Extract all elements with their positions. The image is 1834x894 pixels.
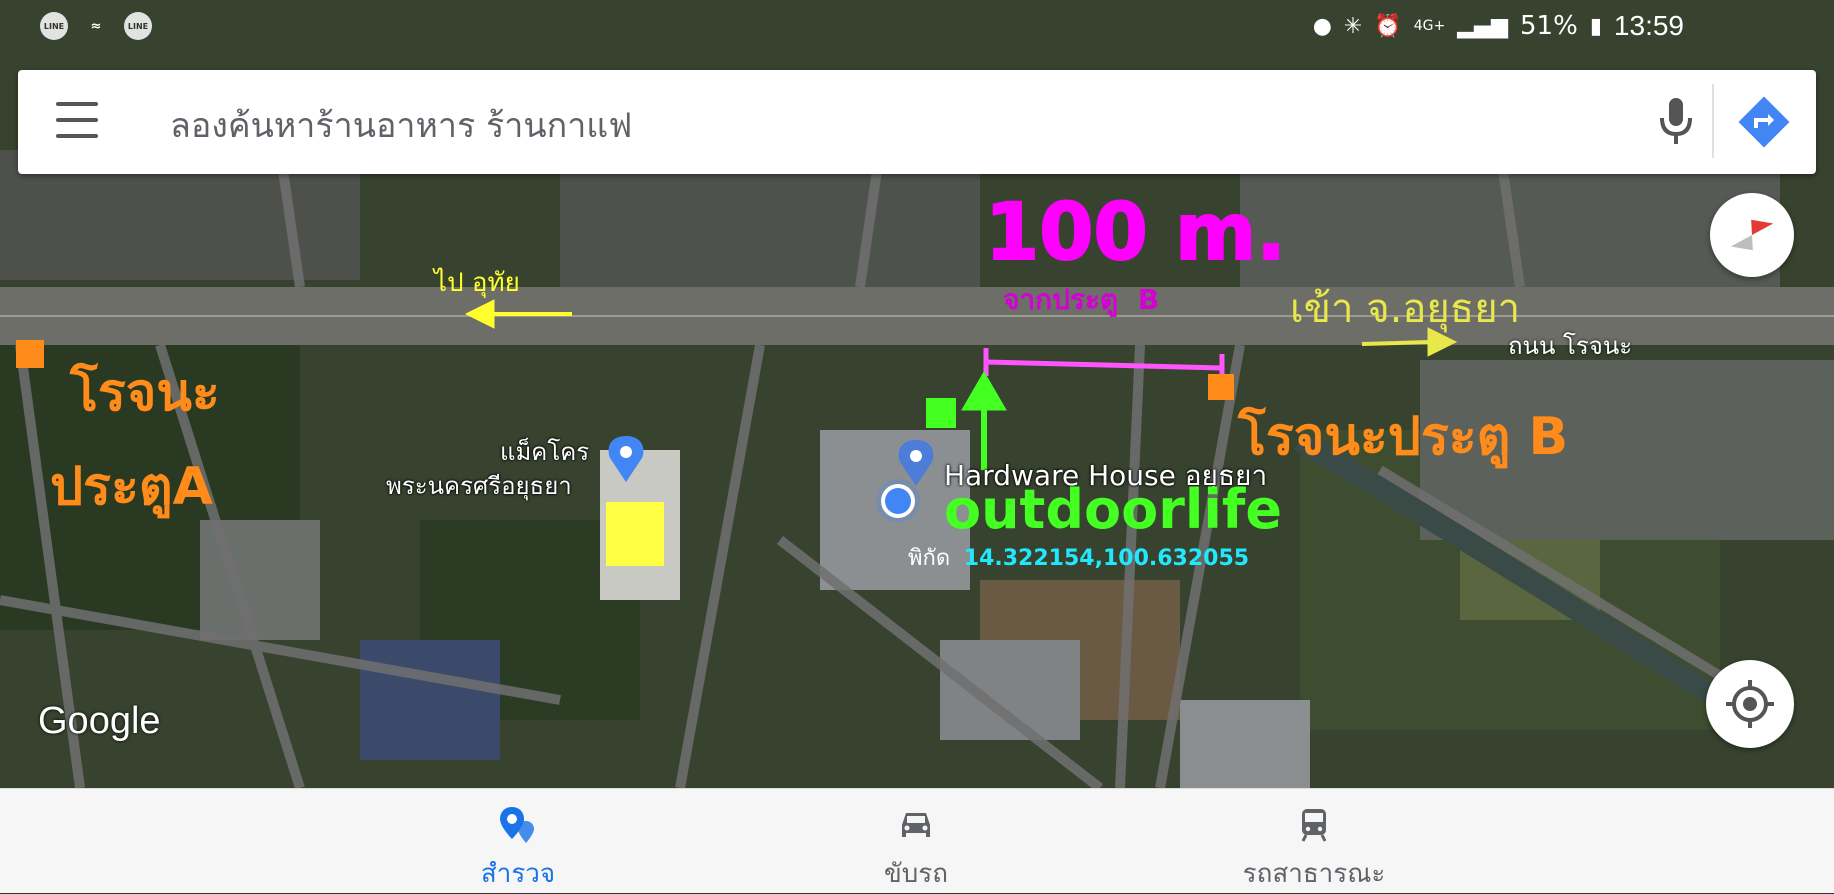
coordinate-prefix: พิกัด — [908, 546, 951, 571]
makro-label-line2[interactable]: พระนครศรีอยุธยา — [386, 466, 572, 505]
gate-b-marker — [1208, 374, 1234, 400]
tab-explore-label: สำรวจ — [480, 859, 556, 889]
tab-transit[interactable]: รถสาธารณะ — [1164, 789, 1464, 893]
gate-b-label: โรจนะประตู B — [1238, 407, 1569, 467]
crosshair-icon — [1726, 680, 1774, 728]
battery-percent: 51% — [1520, 11, 1578, 41]
status-bar: LINE ≈ LINE ● ✳ ⏰ 4G+ ▂▄▆ 51% ▮ 13:59 — [0, 0, 1834, 56]
tab-transit-label: รถสาธารณะ — [1242, 859, 1386, 889]
from-gate-prefix: จากประตู — [1003, 283, 1119, 316]
outdoorlife-label: outdoorlife — [944, 478, 1282, 541]
location-status-icon: ● — [1312, 13, 1332, 39]
gate-a-label-line1: โรจนะ — [70, 363, 220, 423]
wifi-icon: ≈ — [90, 18, 102, 34]
search-divider — [1712, 84, 1714, 158]
network-label: 4G+ — [1413, 18, 1446, 34]
tab-driving[interactable]: ขับรถ — [766, 789, 1066, 893]
outdoorlife-marker — [926, 398, 956, 428]
bluetooth-icon: ✳ — [1343, 13, 1363, 39]
distance-label: 100 m. — [984, 187, 1287, 279]
to-uthai-label: ไป อุทัย — [434, 268, 520, 298]
tab-explore[interactable]: สำรวจ — [368, 789, 668, 893]
battery-icon: ▮ — [1589, 13, 1602, 39]
search-bar[interactable]: ลองค้นหาร้านอาหาร ร้านกาแฟ — [18, 70, 1816, 174]
my-location-button[interactable] — [1706, 660, 1794, 748]
signal-icon: ▂▄▆ — [1457, 13, 1509, 39]
my-location-dot — [876, 479, 920, 523]
compass-icon — [1730, 219, 1774, 251]
from-gate-label: จากประตู B — [1003, 278, 1159, 322]
to-ayutthaya-label: เข้า จ.อยุธยา — [1290, 286, 1521, 332]
clock: 13:59 — [1613, 10, 1684, 41]
tab-driving-label: ขับรถ — [884, 859, 948, 889]
menu-icon[interactable] — [56, 102, 98, 140]
mic-icon[interactable] — [1656, 96, 1696, 148]
line-icon-2: LINE — [124, 12, 152, 40]
coordinate-label: พิกัด 14.322154,100.632055 — [908, 540, 1249, 575]
road-name-label: ถนน โรจนะ — [1508, 332, 1633, 360]
compass-button[interactable] — [1710, 193, 1794, 277]
gate-a-marker — [16, 340, 44, 368]
directions-icon[interactable] — [1738, 96, 1790, 148]
transit-icon — [1301, 809, 1327, 842]
explore-pin-icon — [500, 807, 534, 843]
map-view[interactable]: LINE ≈ LINE ● ✳ ⏰ 4G+ ▂▄▆ 51% ▮ 13:59 ลอ… — [0, 0, 1834, 788]
gate-a-label-line2: ประตูA — [50, 457, 213, 517]
bottom-nav: สำรวจ ขับรถ รถสาธารณะ — [0, 788, 1834, 893]
alarm-icon: ⏰ — [1374, 13, 1402, 39]
coordinate-value: 14.322154,100.632055 — [963, 546, 1250, 571]
car-icon — [902, 813, 930, 837]
google-watermark: Google — [38, 700, 161, 742]
search-input[interactable]: ลองค้นหาร้านอาหาร ร้านกาแฟ — [170, 98, 632, 152]
line-icon: LINE — [40, 12, 68, 40]
from-gate-letter: B — [1137, 283, 1160, 316]
